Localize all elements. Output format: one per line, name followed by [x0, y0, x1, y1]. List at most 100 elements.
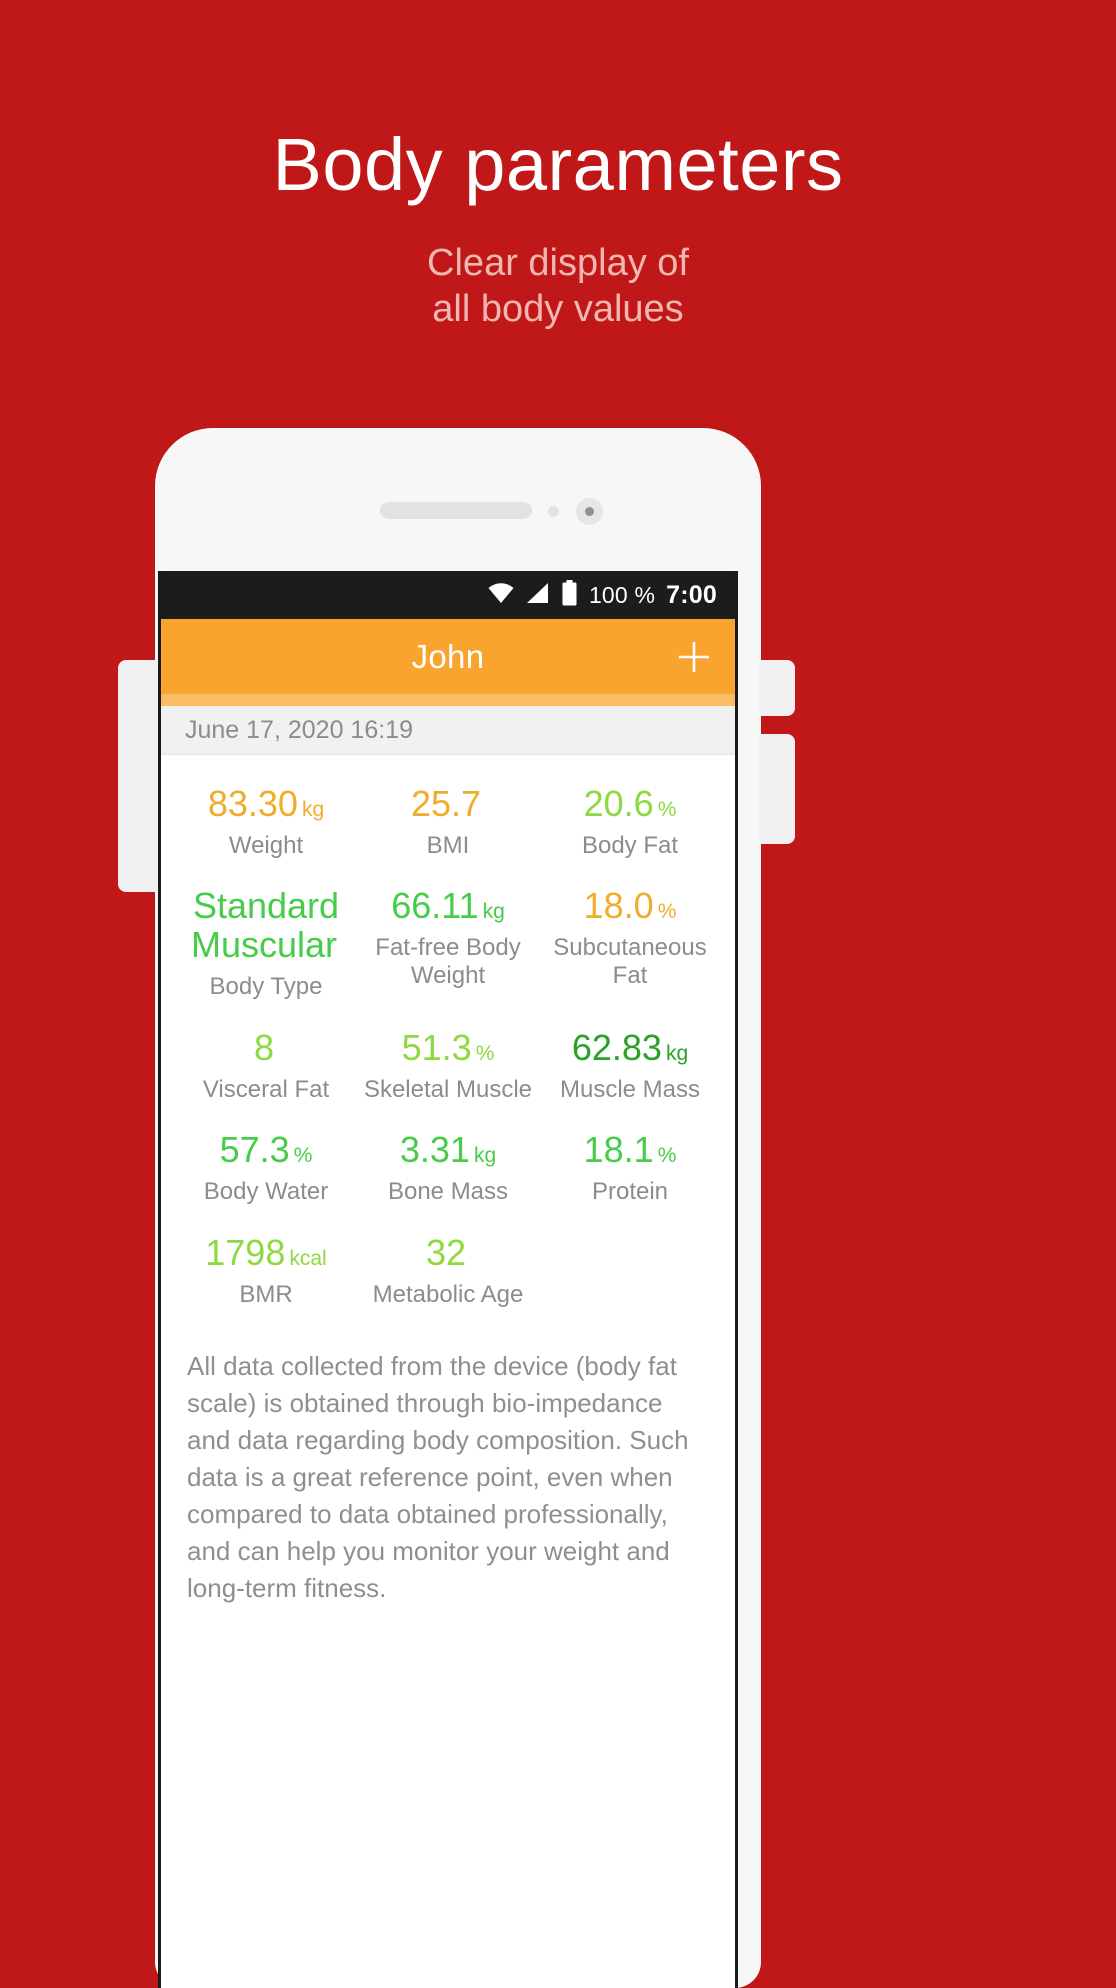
- metric-number: 66.11: [391, 885, 479, 927]
- metric-value: 20.6%: [543, 783, 717, 824]
- metric-number: 1798: [205, 1231, 286, 1273]
- promo-subtitle-line-1: Clear display of: [427, 242, 689, 284]
- metric-value: Standard Muscular: [179, 887, 353, 965]
- metric-weight[interactable]: 83.30 kg Weight: [175, 771, 357, 873]
- status-bar: 100 % 7:00: [161, 571, 735, 619]
- metric-body-type[interactable]: Standard Muscular Body Type: [175, 873, 357, 1014]
- metric-number: 62.83: [571, 1026, 662, 1068]
- metric-number: 25.7: [410, 783, 482, 824]
- app-bar: John: [161, 619, 735, 694]
- metric-label: Body Type: [209, 973, 323, 1001]
- description-text: All data collected from the device (body…: [187, 1351, 689, 1603]
- metric-value: 62.83 kg: [543, 1026, 717, 1068]
- metric-unit: kg: [482, 900, 505, 924]
- metric-value: 57.3%: [179, 1129, 353, 1171]
- metric-label: Metabolic Age: [372, 1280, 524, 1308]
- metrics-row: 1798 kcal BMR 32 Metabolic Age: [175, 1220, 721, 1322]
- measurement-date-row[interactable]: June 17, 2020 16:19: [161, 706, 735, 755]
- metric-unit: %: [657, 798, 677, 821]
- metric-number: 3.31: [399, 1129, 470, 1171]
- metric-bmr[interactable]: 1798 kcal BMR: [175, 1220, 357, 1322]
- promo-subtitle: Clear display of all body values: [0, 202, 1116, 333]
- metric-label: Skeletal Muscle: [363, 1075, 533, 1103]
- promo-header: Body parameters Clear display of all bod…: [0, 0, 1116, 333]
- metric-label: Body Water: [203, 1178, 329, 1206]
- metric-number: 57.3: [219, 1129, 290, 1171]
- metric-value: 1798 kcal: [179, 1231, 353, 1273]
- signal-icon: [526, 582, 550, 609]
- metric-number: 83.30: [207, 783, 298, 824]
- metric-unit: %: [657, 1144, 677, 1168]
- plus-icon[interactable]: [675, 638, 713, 676]
- metric-value: [543, 1234, 717, 1273]
- metric-label: Protein: [591, 1178, 669, 1206]
- metric-value: 83.30 kg: [179, 783, 353, 824]
- metric-body-water[interactable]: 57.3% Body Water: [175, 1117, 357, 1219]
- metric-skeletal-muscle[interactable]: 51.3% Skeletal Muscle: [357, 1015, 539, 1117]
- metric-value: 25.7: [361, 783, 535, 824]
- metric-empty: [539, 1220, 721, 1322]
- phone-mockup: 100 % 7:00 John June 17, 2020 16:19 83.3…: [118, 428, 795, 1988]
- battery-icon: [561, 579, 578, 611]
- metric-unit: %: [293, 1144, 313, 1168]
- metrics-grid: 83.30kg Weight 25.7 BMI 20.6% Body Fat: [161, 755, 735, 1323]
- metric-label: Weight: [228, 831, 304, 859]
- metric-unit: kcal: [289, 1246, 327, 1270]
- metric-protein[interactable]: 18.1% Protein: [539, 1117, 721, 1219]
- phone-button-power[interactable]: [759, 660, 795, 716]
- metrics-row: Standard Muscular Body Type 66.11 kg Fat-…: [175, 873, 721, 1014]
- app-bar-underline: [161, 694, 735, 706]
- metric-fat-free-body-weight[interactable]: 66.11 kg Fat-free Body Weight: [357, 873, 539, 1014]
- metric-metabolic-age[interactable]: 32 Metabolic Age: [357, 1220, 539, 1322]
- metric-unit: kg: [665, 1041, 689, 1065]
- phone-screen: 100 % 7:00 John June 17, 2020 16:19 83.3…: [158, 571, 738, 1988]
- metric-value: 8: [179, 1026, 353, 1068]
- metric-value: 51.3%: [361, 1026, 535, 1068]
- battery-percent: 100 %: [588, 581, 656, 608]
- metrics-row: 57.3% Body Water 3.31 kg Bone Mass 18.1% …: [175, 1117, 721, 1219]
- measurement-date: June 17, 2020 16:19: [185, 715, 413, 744]
- metric-number: Standard Muscular: [190, 885, 340, 966]
- metrics-row: 8 Visceral Fat 51.3% Skeletal Muscle 62.…: [175, 1015, 721, 1117]
- earpiece-speaker: [380, 502, 532, 519]
- metric-label: Body Fat: [581, 831, 679, 859]
- metric-value: 66.11 kg: [361, 887, 535, 926]
- metric-label: Visceral Fat: [202, 1075, 330, 1103]
- metric-bmi[interactable]: 25.7 BMI: [357, 771, 539, 873]
- page-title: Body parameters: [272, 123, 844, 206]
- metric-number: 51.3: [401, 1026, 472, 1068]
- phone-button-left[interactable]: [118, 660, 158, 892]
- metric-value: 18.1%: [543, 1129, 717, 1171]
- metric-subcutaneous-fat[interactable]: 18.0% Subcutaneous Fat: [539, 873, 721, 1014]
- phone-button-volume[interactable]: [759, 734, 795, 844]
- metric-body-fat[interactable]: 20.6% Body Fat: [539, 771, 721, 873]
- metric-value: 3.31 kg: [361, 1129, 535, 1171]
- metric-visceral-fat[interactable]: 8 Visceral Fat: [175, 1015, 357, 1117]
- metric-label: Fat-free Body Weight: [375, 934, 521, 989]
- metric-value: 32: [361, 1231, 535, 1273]
- metric-number: 8: [253, 1026, 275, 1068]
- metric-label: BMI: [426, 831, 470, 859]
- metric-number: 32: [425, 1231, 467, 1273]
- metric-number: 20.6: [583, 783, 654, 824]
- metric-unit: %: [475, 1041, 495, 1065]
- status-bar-clock: 7:00: [666, 580, 717, 609]
- metric-label: Bone Mass: [387, 1178, 509, 1206]
- metric-unit: %: [657, 900, 677, 924]
- front-camera: [576, 498, 603, 525]
- metric-unit: kg: [301, 798, 325, 821]
- metric-muscle-mass[interactable]: 62.83 kg Muscle Mass: [539, 1015, 721, 1117]
- metric-value: 18.0%: [543, 887, 717, 926]
- metric-label: Subcutaneous Fat: [553, 934, 707, 989]
- metric-unit: kg: [473, 1144, 497, 1168]
- app-bar-title: John: [411, 637, 485, 675]
- metrics-row: 83.30 kg Weight 25.7 BMI 20.6% Body Fat: [175, 771, 721, 873]
- metric-label: Muscle Mass: [559, 1075, 701, 1103]
- metric-number: 18.1: [583, 1129, 654, 1171]
- proximity-sensor: [548, 506, 559, 517]
- wifi-icon: [487, 582, 515, 609]
- metric-label: BMR: [239, 1280, 293, 1308]
- metric-number: 18.0: [583, 885, 654, 927]
- metric-bone-mass[interactable]: 3.31 kg Bone Mass: [357, 1117, 539, 1219]
- promo-subtitle-line-2: all body values: [432, 288, 684, 331]
